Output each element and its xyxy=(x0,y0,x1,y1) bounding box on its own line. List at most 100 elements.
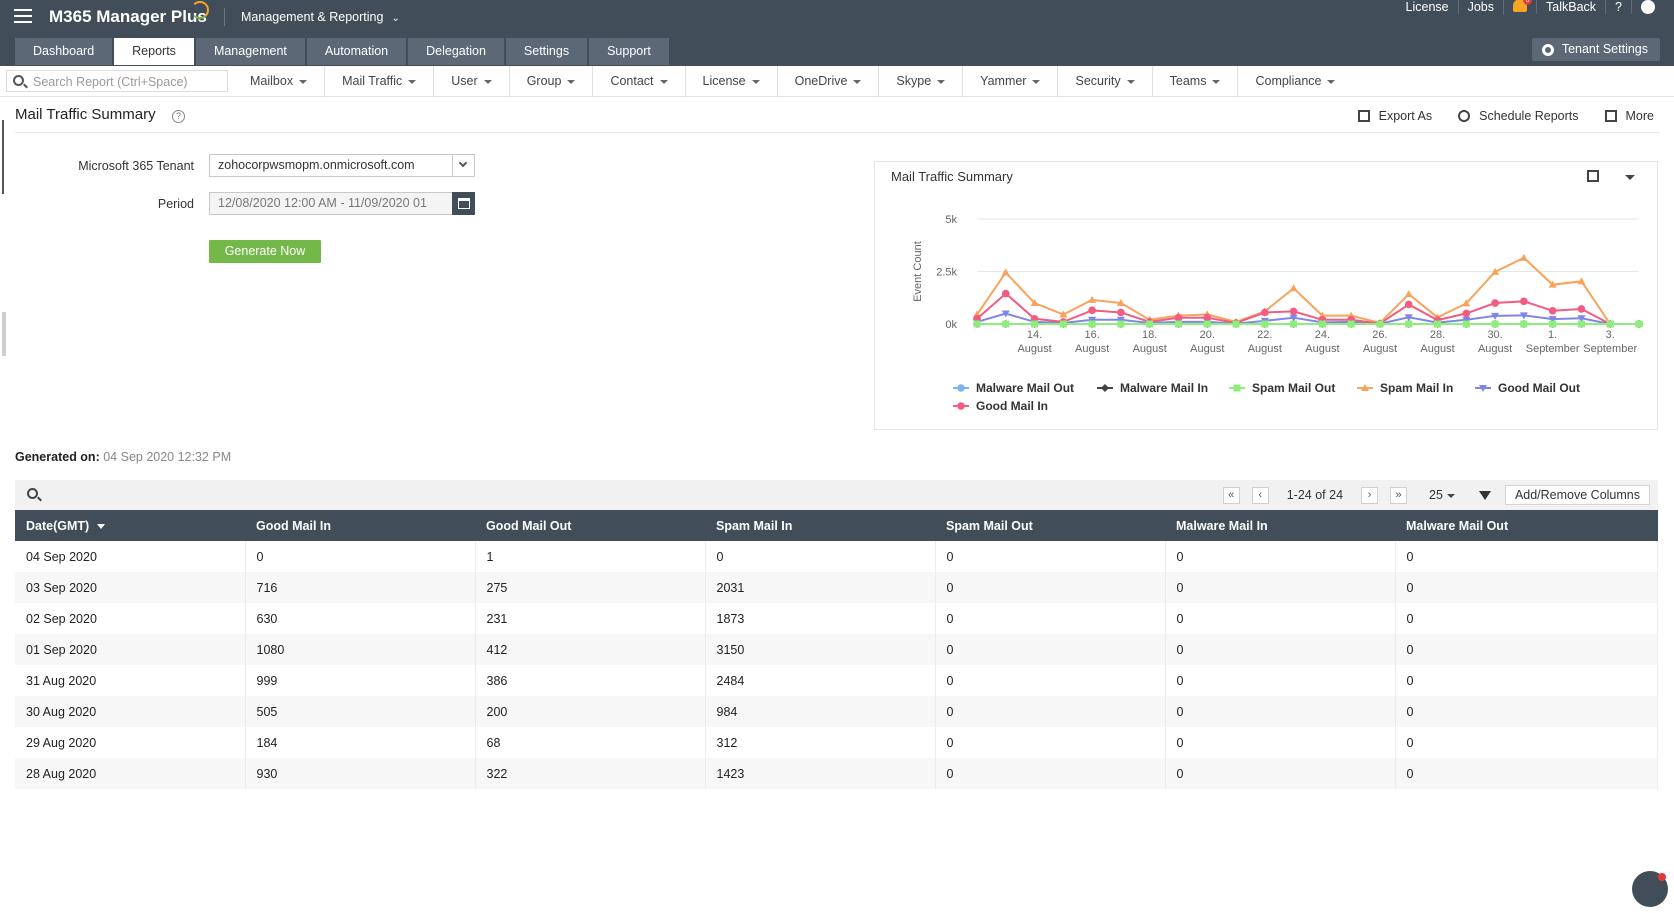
bell-icon: 3 xyxy=(1513,0,1533,12)
tenant-value: zohocorpwsmopm.onmicrosoft.com xyxy=(218,158,415,172)
period-field[interactable]: 12/08/2020 12:00 AM - 11/09/2020 01 xyxy=(209,192,475,215)
generate-now-button[interactable]: Generate Now xyxy=(209,240,321,263)
table-row[interactable]: 01 Sep 2020 1080 412 3150 0 0 0 xyxy=(15,634,1658,665)
prev-page-button[interactable]: ‹ xyxy=(1251,486,1269,504)
help-icon[interactable]: ? xyxy=(172,110,185,123)
menu-security[interactable]: Security xyxy=(1057,66,1151,97)
chevron-down-icon xyxy=(853,79,862,84)
tenant-settings-label: Tenant Settings xyxy=(1561,42,1648,56)
last-page-button[interactable]: » xyxy=(1390,486,1408,504)
tab-settings[interactable]: Settings xyxy=(505,38,588,65)
legend-marker xyxy=(1233,384,1241,392)
table-cell: 0 xyxy=(935,541,1166,572)
table-cell: 999 xyxy=(245,665,476,696)
app-title[interactable]: M365 Manager Plus xyxy=(49,7,207,27)
column-header[interactable]: Malware Mail In xyxy=(1165,510,1395,541)
tab-support[interactable]: Support xyxy=(589,38,669,65)
user-menu[interactable] xyxy=(1631,0,1664,15)
notifications-button[interactable]: 3 xyxy=(1503,0,1536,15)
menu-icon[interactable] xyxy=(14,9,32,25)
license-link[interactable]: License xyxy=(1397,0,1458,14)
tab-delegation[interactable]: Delegation xyxy=(408,38,504,65)
table-row[interactable]: 31 Aug 2020 999 386 2484 0 0 0 xyxy=(15,665,1658,696)
table-row[interactable]: 02 Sep 2020 630 231 1873 0 0 0 xyxy=(15,603,1658,634)
legend-item[interactable]: Good Mail In xyxy=(976,399,1048,413)
menu-onedrive[interactable]: OneDrive xyxy=(776,66,879,97)
category-menus: Mailbox Mail Traffic User Group Contact … xyxy=(233,66,1352,97)
table-cell: 505 xyxy=(245,696,476,727)
column-header[interactable]: Spam Mail In xyxy=(705,510,935,541)
table-cell: 386 xyxy=(475,665,706,696)
table-row[interactable]: 28 Aug 2020 930 322 1423 0 0 0 xyxy=(15,758,1658,789)
menu-mail-traffic[interactable]: Mail Traffic xyxy=(324,66,433,97)
tab-dashboard[interactable]: Dashboard xyxy=(15,38,113,65)
menu-mailbox[interactable]: Mailbox xyxy=(233,66,324,97)
table-row[interactable]: 29 Aug 2020 184 68 312 0 0 0 xyxy=(15,727,1658,758)
table-row[interactable]: 30 Aug 2020 505 200 984 0 0 0 xyxy=(15,696,1658,727)
talkback-link[interactable]: TalkBack xyxy=(1536,0,1605,14)
data-point xyxy=(1577,305,1586,313)
table-cell: 716 xyxy=(245,572,476,603)
jobs-link[interactable]: Jobs xyxy=(1457,0,1503,14)
menu-label: Yammer xyxy=(980,74,1027,88)
calendar-icon xyxy=(458,198,470,209)
user-icon xyxy=(1641,0,1655,15)
legend-item[interactable]: Malware Mail Out xyxy=(976,381,1074,395)
menu-skype[interactable]: Skype xyxy=(878,66,962,97)
tenant-settings-button[interactable]: Tenant Settings xyxy=(1531,38,1660,61)
filter-icon[interactable] xyxy=(1478,490,1491,500)
table-cell: 1873 xyxy=(705,603,936,634)
first-page-button[interactable]: « xyxy=(1222,486,1240,504)
report-search-input[interactable]: Search Report (Ctrl+Space) xyxy=(6,70,228,92)
menu-contact[interactable]: Contact xyxy=(592,66,684,97)
column-header[interactable]: Good Mail In xyxy=(245,510,475,541)
legend-item[interactable]: Good Mail Out xyxy=(1498,381,1580,395)
calendar-button[interactable] xyxy=(452,192,475,215)
column-header-date[interactable]: Date(GMT) xyxy=(15,510,245,541)
tab-automation[interactable]: Automation xyxy=(306,38,407,65)
table-row[interactable]: 04 Sep 2020 0 1 0 0 0 0 xyxy=(15,541,1658,572)
menu-compliance[interactable]: Compliance xyxy=(1237,66,1352,97)
export-as-button[interactable]: Export As xyxy=(1357,109,1432,123)
menu-teams[interactable]: Teams xyxy=(1151,66,1238,97)
column-header[interactable]: Malware Mail Out xyxy=(1395,510,1658,541)
table-cell: 0 xyxy=(1395,727,1658,758)
chat-support-icon[interactable] xyxy=(1632,871,1668,907)
data-point xyxy=(1404,300,1413,309)
next-page-button[interactable]: › xyxy=(1361,486,1379,504)
table-row[interactable]: 03 Sep 2020 716 275 2031 0 0 0 xyxy=(15,572,1658,603)
table-cell: 0 xyxy=(1165,634,1396,665)
tab-reports[interactable]: Reports xyxy=(114,38,194,65)
data-point xyxy=(1001,268,1010,276)
more-button[interactable]: More xyxy=(1604,109,1654,123)
table-search-icon[interactable] xyxy=(27,488,38,499)
legend-marker xyxy=(957,402,965,410)
page-size-select[interactable]: 25 xyxy=(1429,488,1455,502)
module-switcher[interactable]: Management & Reporting ⌄ xyxy=(241,10,400,24)
legend-item[interactable]: Spam Mail In xyxy=(1380,381,1453,395)
tab-management[interactable]: Management xyxy=(195,38,305,65)
collapse-handle[interactable] xyxy=(2,312,6,356)
column-header[interactable]: Spam Mail Out xyxy=(935,510,1165,541)
menu-yammer[interactable]: Yammer xyxy=(962,66,1057,97)
schedule-reports-button[interactable]: Schedule Reports xyxy=(1458,109,1579,123)
table-cell: 322 xyxy=(475,758,706,789)
menu-license[interactable]: License xyxy=(684,66,777,97)
table-cell: 01 Sep 2020 xyxy=(15,634,246,665)
legend-item[interactable]: Spam Mail Out xyxy=(1252,381,1335,395)
column-header[interactable]: Good Mail Out xyxy=(475,510,705,541)
dropdown-button[interactable] xyxy=(452,154,475,177)
table-cell: 0 xyxy=(935,665,1166,696)
menu-group[interactable]: Group xyxy=(508,66,593,97)
divider xyxy=(15,132,1660,133)
tenant-select[interactable]: zohocorpwsmopm.onmicrosoft.com xyxy=(209,154,475,177)
tenant-label: Microsoft 365 Tenant xyxy=(78,159,194,173)
menu-user[interactable]: User xyxy=(433,66,508,97)
data-point xyxy=(1404,290,1413,298)
help-link[interactable]: ? xyxy=(1605,0,1631,14)
gear-icon xyxy=(1541,43,1554,56)
legend-item[interactable]: Malware Mail In xyxy=(1120,381,1208,395)
data-point xyxy=(1117,308,1125,317)
add-remove-columns-button[interactable]: Add/Remove Columns xyxy=(1504,485,1650,505)
chevron-down-icon: ⌄ xyxy=(391,13,400,24)
